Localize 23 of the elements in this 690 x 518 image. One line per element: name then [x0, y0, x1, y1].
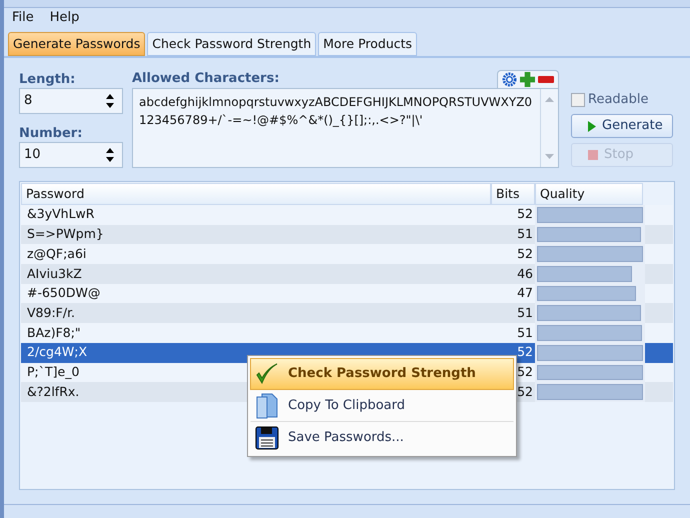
bits-cell-text: 52 [516, 244, 534, 263]
password-cell-text: P;`T]e_0 [27, 362, 80, 381]
password-cell-text: &?2lfRx. [27, 382, 80, 401]
password-cell-text: #-650DW@ [27, 284, 100, 302]
length-label: Length: [19, 71, 76, 88]
password-cell-text: BAz)F8;" [27, 324, 81, 342]
bits-cell-text: 47 [516, 284, 534, 302]
password-cell-text: S=>PWpm} [27, 225, 104, 244]
bits-cell-text: 51 [516, 324, 534, 342]
password-cell-text: AIviu3kZ [27, 264, 82, 283]
password-cell-text: 2/cg4W;X [27, 343, 88, 362]
bits-cell-text: 51 [516, 225, 534, 244]
bits-cell-text: 46 [516, 264, 534, 283]
bits-cell-text: 52 [516, 362, 534, 381]
bits-cell-text: 52 [516, 343, 534, 362]
password-cell-text: z@QF;a6i [27, 244, 86, 263]
password-cell-text: &3yVhLwR [27, 205, 94, 224]
bits-cell-text: 52 [516, 205, 534, 224]
password-cell-text: V89:F/r. [27, 304, 76, 322]
number-label: Number: [19, 125, 84, 142]
allowed-characters-label: Allowed Characters: [132, 70, 280, 88]
bits-cell-text: 52 [516, 382, 534, 401]
bits-cell-text: 51 [516, 304, 534, 322]
